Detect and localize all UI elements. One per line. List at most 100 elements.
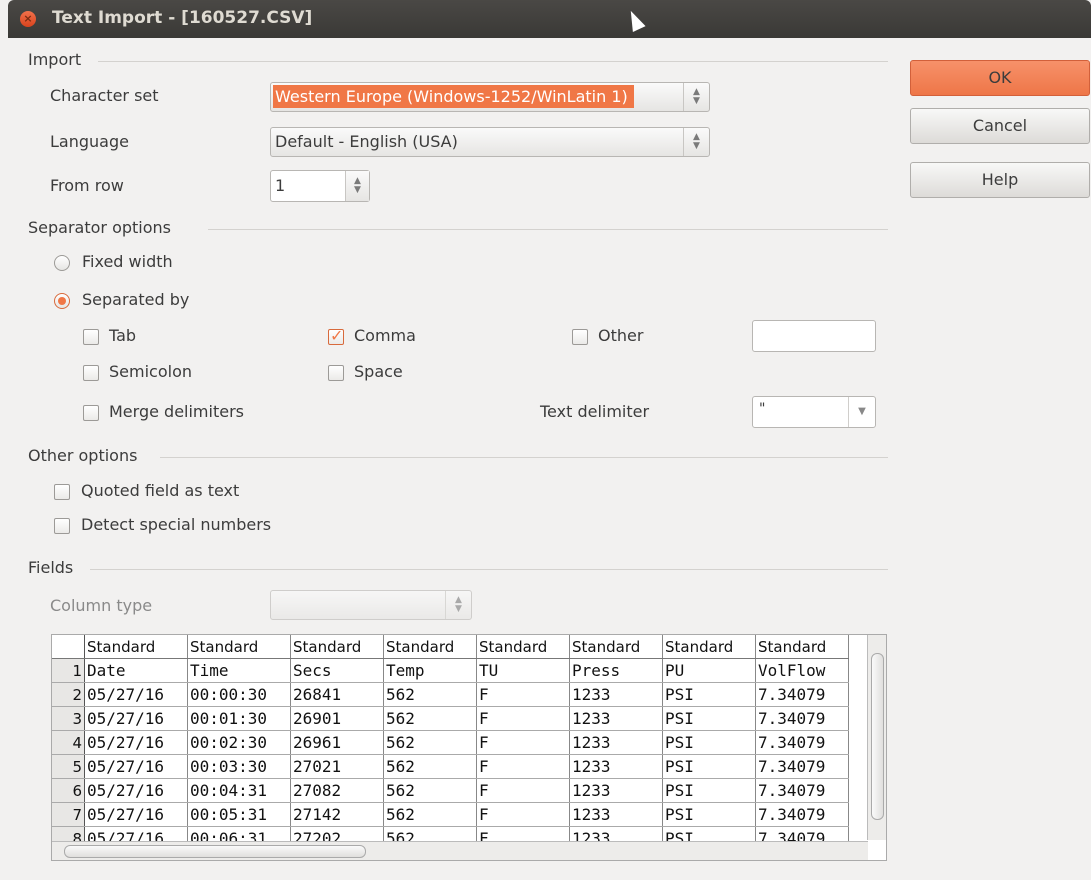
row-number: 4	[52, 730, 85, 755]
table-cell: F	[476, 754, 570, 779]
table-row: 2 05/27/16 00:00:30 26841 562 F 1233 PSI…	[52, 682, 849, 707]
stepper-arrows-icon[interactable]: ▲ ▼	[345, 171, 369, 201]
table-cell: 1233	[569, 754, 663, 779]
column-header[interactable]: Standard	[476, 635, 570, 659]
table-cell: 26901	[290, 706, 384, 731]
from-row-value: 1	[275, 176, 286, 195]
other-separator-input[interactable]	[752, 320, 876, 352]
table-cell: 1233	[569, 682, 663, 707]
table-cell: 562	[383, 730, 477, 755]
row-number: 3	[52, 706, 85, 731]
column-header[interactable]: Standard	[755, 635, 849, 659]
comma-checkbox[interactable]	[328, 326, 344, 345]
row-number: 6	[52, 778, 85, 803]
column-header[interactable]: Standard	[290, 635, 384, 659]
row-number: 5	[52, 754, 85, 779]
detect-special-numbers-checkbox[interactable]	[54, 518, 70, 534]
space-label[interactable]: Space	[354, 362, 403, 381]
fixed-width-label[interactable]: Fixed width	[82, 252, 173, 271]
table-cell: 05/27/16	[84, 778, 188, 803]
select-arrows-icon: ▲ ▼	[683, 83, 709, 111]
other-label[interactable]: Other	[598, 326, 643, 345]
fields-divider	[90, 569, 888, 570]
semicolon-checkbox[interactable]	[83, 365, 99, 381]
table-cell: 562	[383, 754, 477, 779]
charset-select[interactable]: Western Europe (Windows-1252/WinLatin 1)…	[270, 82, 710, 112]
vertical-scroll-thumb[interactable]	[871, 653, 884, 820]
dropdown-arrow-icon[interactable]: ▼	[848, 397, 875, 427]
table-cell: 26841	[290, 682, 384, 707]
other-options-section-heading: Other options	[28, 446, 138, 465]
close-window-button[interactable]: ×	[20, 11, 36, 27]
table-cell: PU	[662, 658, 756, 683]
separated-by-label[interactable]: Separated by	[82, 290, 189, 309]
ok-button[interactable]: OK	[910, 60, 1090, 96]
other-checkbox[interactable]	[572, 329, 588, 345]
tab-label[interactable]: Tab	[109, 326, 136, 345]
text-import-dialog: Import Character set Western Europe (Win…	[8, 38, 1091, 880]
row-number: 1	[52, 658, 85, 683]
text-delimiter-combo[interactable]: " ▼	[752, 396, 876, 428]
table-cell: 00:04:31	[187, 778, 291, 803]
table-cell: 562	[383, 706, 477, 731]
row-number: 7	[52, 802, 85, 827]
table-row: 3 05/27/16 00:01:30 26901 562 F 1233 PSI…	[52, 706, 849, 731]
table-row: 6 05/27/16 00:04:31 27082 562 F 1233 PSI…	[52, 778, 849, 803]
preview-grid[interactable]: Standard Standard Standard Standard Stan…	[51, 634, 887, 861]
table-cell: 27021	[290, 754, 384, 779]
table-cell: Press	[569, 658, 663, 683]
table-cell: 562	[383, 682, 477, 707]
table-cell: 05/27/16	[84, 754, 188, 779]
from-row-label: From row	[50, 176, 124, 195]
merge-delimiters-label[interactable]: Merge delimiters	[109, 402, 244, 421]
tab-checkbox[interactable]	[83, 329, 99, 345]
space-checkbox[interactable]	[328, 365, 344, 381]
detect-special-numbers-label[interactable]: Detect special numbers	[81, 515, 271, 534]
horizontal-scrollbar[interactable]	[52, 841, 868, 860]
text-delimiter-value: "	[759, 401, 766, 417]
table-cell: F	[476, 802, 570, 827]
table-cell: 26961	[290, 730, 384, 755]
from-row-stepper[interactable]: 1 ▲ ▼	[270, 170, 370, 202]
table-cell: 7.34079	[755, 754, 849, 779]
table-cell: VolFlow	[755, 658, 849, 683]
window-title: Text Import - [160527.CSV]	[52, 8, 313, 28]
cancel-button[interactable]: Cancel	[910, 108, 1090, 144]
table-cell: Date	[84, 658, 188, 683]
comma-label[interactable]: Comma	[354, 326, 416, 345]
column-type-select[interactable]: ▲ ▼	[270, 590, 472, 620]
table-cell: Time	[187, 658, 291, 683]
column-header[interactable]: Standard	[569, 635, 663, 659]
table-cell: Secs	[290, 658, 384, 683]
corner-cell	[52, 635, 85, 659]
table-row: 5 05/27/16 00:03:30 27021 562 F 1233 PSI…	[52, 754, 849, 779]
language-select[interactable]: Default - English (USA) ▲ ▼	[270, 127, 710, 157]
select-arrows-icon: ▲ ▼	[683, 128, 709, 156]
table-cell: TU	[476, 658, 570, 683]
table-cell: 1233	[569, 706, 663, 731]
table-cell: PSI	[662, 754, 756, 779]
table-cell: 05/27/16	[84, 706, 188, 731]
table-cell: 7.34079	[755, 706, 849, 731]
table-cell: PSI	[662, 706, 756, 731]
vertical-scrollbar[interactable]	[867, 635, 886, 840]
table-cell: 27082	[290, 778, 384, 803]
column-header[interactable]: Standard	[187, 635, 291, 659]
table-cell: Temp	[383, 658, 477, 683]
merge-delimiters-checkbox[interactable]	[83, 405, 99, 421]
column-header[interactable]: Standard	[662, 635, 756, 659]
fixed-width-radio[interactable]	[54, 255, 70, 271]
help-button[interactable]: Help	[910, 162, 1090, 198]
other-options-divider	[160, 457, 888, 458]
table-cell: F	[476, 682, 570, 707]
horizontal-scroll-thumb[interactable]	[64, 845, 366, 858]
quoted-field-checkbox[interactable]	[54, 484, 70, 500]
window-titlebar: × Text Import - [160527.CSV]	[8, 0, 1091, 38]
charset-label: Character set	[50, 86, 159, 105]
semicolon-label[interactable]: Semicolon	[109, 362, 192, 381]
column-header[interactable]: Standard	[383, 635, 477, 659]
quoted-field-label[interactable]: Quoted field as text	[81, 481, 239, 500]
separated-by-radio[interactable]	[54, 293, 70, 309]
table-cell: 1233	[569, 730, 663, 755]
column-header[interactable]: Standard	[84, 635, 188, 659]
